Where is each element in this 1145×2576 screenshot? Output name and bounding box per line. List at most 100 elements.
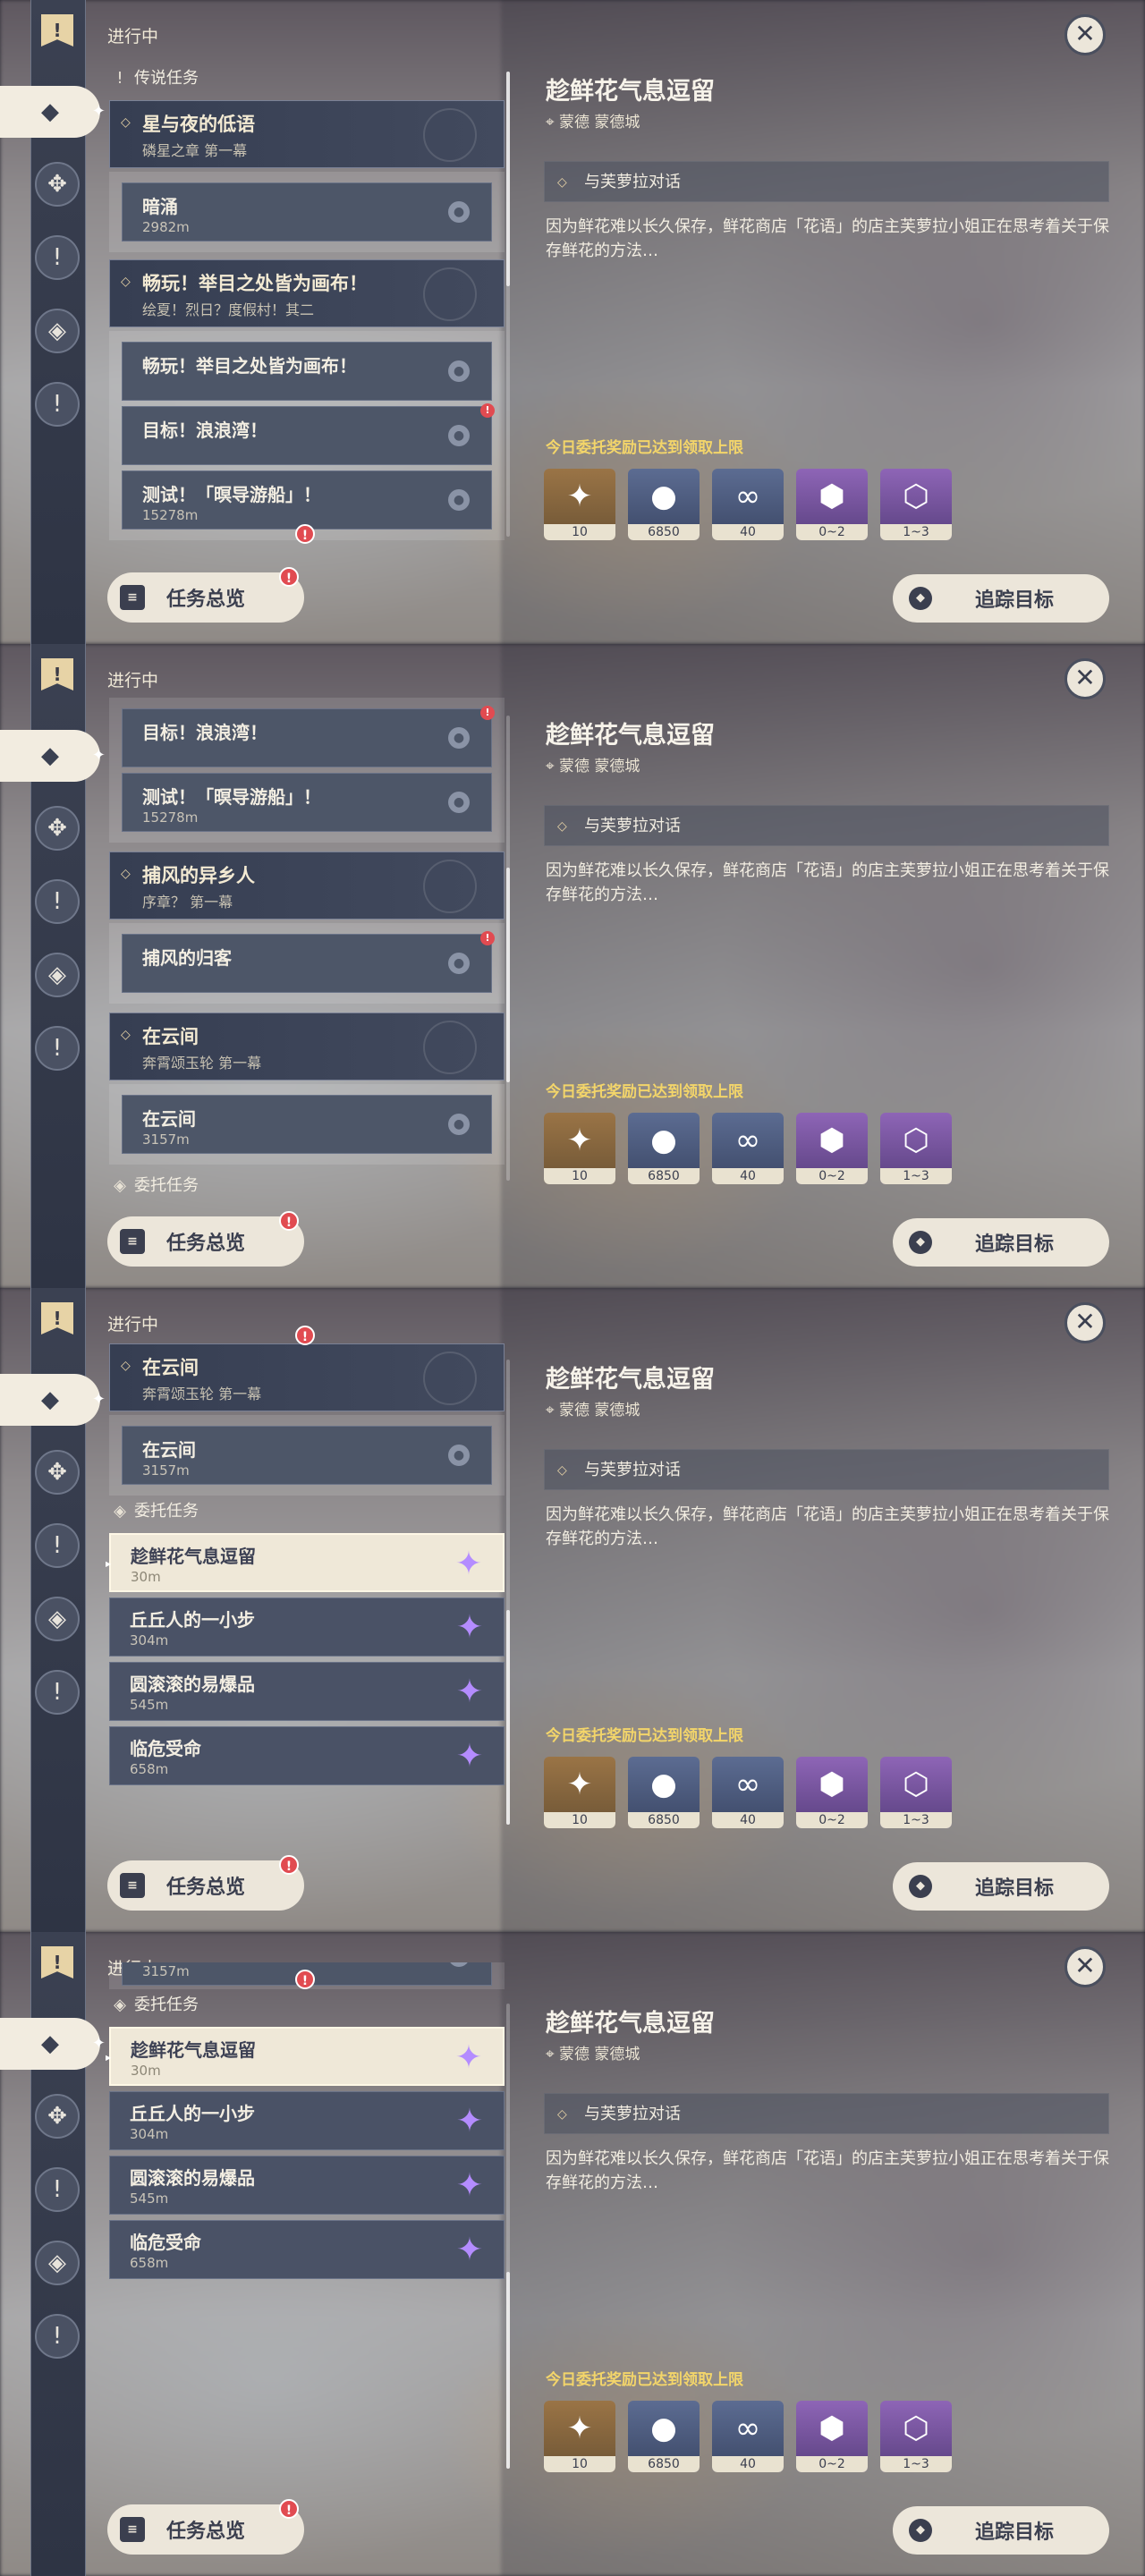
tab-all-quests[interactable]: ◆ ✦ (0, 1374, 106, 1426)
scrollbar[interactable] (506, 1360, 510, 1825)
map-pin-icon[interactable]: ● (448, 792, 470, 813)
map-pin-icon[interactable]: ● (448, 1114, 470, 1135)
commission-item[interactable]: 丘丘人的一小步 304m ✦ (109, 2091, 505, 2150)
reward-crystal[interactable]: ⬢ 0~2 (796, 2401, 868, 2472)
close-button[interactable]: ✕ (1064, 14, 1106, 55)
tab-commissions[interactable]: ◈ (32, 950, 82, 1000)
quest-item[interactable]: 暗涌 2982m ● (122, 182, 492, 242)
reward-primogem[interactable]: ✦ 10 (544, 1757, 615, 1828)
scrollbar-thumb[interactable] (506, 1610, 510, 1825)
track-objective-button[interactable]: ◆ 追踪目标 (893, 574, 1109, 623)
commission-name: 圆滚滚的易爆品 (130, 1674, 255, 1695)
tab-archon-quests[interactable]: ✥ (32, 159, 82, 209)
quest-overview-button[interactable]: ≡ 任务总览! (107, 2499, 304, 2555)
commission-item[interactable]: 圆滚滚的易爆品 545m ✦ (109, 2156, 505, 2215)
tab-all-quests[interactable]: ◆ ✦ (0, 2018, 106, 2070)
reward-exp[interactable]: ∞ 40 (712, 1113, 784, 1184)
quest-list[interactable]: 在云间3157m● ◈委托任务 ▶趁鲜花气息逗留30m✦ 丘丘人的一小步304m… (106, 1962, 508, 2463)
tab-commissions[interactable]: ◈ (32, 2238, 82, 2288)
commission-item[interactable]: 圆滚滚的易爆品 545m ✦ (109, 1662, 505, 1721)
quest-name: 畅玩！举目之处皆为画布！ (142, 355, 357, 377)
map-pin-icon[interactable]: ● (448, 360, 470, 382)
quest-overview-button[interactable]: ≡ 任务总览! (107, 567, 304, 623)
tab-story-quests[interactable]: ! (32, 233, 82, 283)
commission-item[interactable]: 临危受命 658m ✦ (109, 1726, 505, 1785)
chapter-header[interactable]: ◇ 星与夜的低语 磷星之章 第一幕 (109, 100, 505, 168)
tab-all-quests[interactable]: ◆ ✦ (0, 86, 106, 138)
map-pin-icon[interactable]: ● (448, 1962, 470, 1967)
reward-ore[interactable]: ⬡ 1~3 (880, 1757, 952, 1828)
reward-primogem[interactable]: ✦ 10 (544, 469, 615, 540)
close-button[interactable]: ✕ (1064, 658, 1106, 699)
tab-story-quests[interactable]: ! (32, 1521, 82, 1571)
tab-all-quests[interactable]: ◆ ✦ (0, 730, 106, 782)
map-pin-icon[interactable]: ● (448, 953, 470, 974)
tab-archon-quests[interactable]: ✥ (32, 1447, 82, 1497)
chapter-header[interactable]: ◇ 在云间 奔霄颂玉轮 第一幕 (109, 1343, 505, 1411)
tab-commissions[interactable]: ◈ (32, 1594, 82, 1644)
quest-list[interactable]: ◇ 在云间 奔霄颂玉轮 第一幕 在云间 3157m ● ◈ 委托任务 ▶ 趁鲜花气息逗留 30… (106, 1335, 508, 1835)
scrollbar[interactable] (506, 72, 510, 537)
scrollbar-thumb[interactable] (506, 2272, 510, 2469)
reward-primogem[interactable]: ✦ 10 (544, 1113, 615, 1184)
chapter-header[interactable]: ◇ 捕风的异乡人 序章？ 第一幕 (109, 852, 505, 919)
map-pin-icon[interactable]: ● (448, 1445, 470, 1466)
reward-crystal[interactable]: ⬢ 0~2 (796, 1113, 868, 1184)
scrollbar-thumb[interactable] (506, 72, 510, 286)
map-pin-icon[interactable]: ● (448, 489, 470, 511)
tab-story-quests[interactable]: ! (32, 2165, 82, 2215)
quest-item[interactable]: 在云间3157m ● (122, 1095, 492, 1154)
quest-item[interactable]: 测试！「暝导游船」！ 15278m ● (122, 470, 492, 530)
reward-ore[interactable]: ⬡ 1~3 (880, 2401, 952, 2472)
reward-mora[interactable]: ● 6850 (628, 1113, 700, 1184)
reward-mora[interactable]: ● 6850 (628, 1757, 700, 1828)
tab-archon-quests[interactable]: ✥ (32, 803, 82, 853)
scrollbar-thumb[interactable] (506, 868, 510, 1082)
track-icon: ◆ (909, 1231, 932, 1254)
tab-archon-quests[interactable]: ✥ (32, 2091, 82, 2141)
quest-item[interactable]: 目标！浪浪湾！ ●! (122, 706, 495, 767)
map-pin-icon[interactable]: ● (448, 201, 470, 223)
tab-commissions[interactable]: ◈ (32, 306, 82, 356)
close-button[interactable]: ✕ (1064, 1946, 1106, 1987)
track-objective-button[interactable]: ◆ 追踪目标 (893, 2506, 1109, 2555)
quest-item[interactable]: 目标！浪浪湾！ ●! (122, 403, 495, 465)
map-pin-icon[interactable]: ● (448, 727, 470, 749)
tab-world-quests[interactable]: ! (32, 1667, 82, 1717)
quest-list[interactable]: 目标！浪浪湾！ ●! 测试！「暝导游船」！ 15278m ● ◇ 捕风的异乡人 序章？ 第… (106, 698, 508, 1199)
reward-exp[interactable]: ∞ 40 (712, 2401, 784, 2472)
tab-world-quests[interactable]: ! (32, 379, 82, 429)
chapter-header[interactable]: ◇ 畅玩！举目之处皆为画布！ 绘夏！烈日？度假村！其二 (109, 259, 505, 327)
reward-mora[interactable]: ● 6850 (628, 2401, 700, 2472)
reward-ore[interactable]: ⬡ 1~3 (880, 1113, 952, 1184)
reward-exp[interactable]: ∞ 40 (712, 1757, 784, 1828)
reward-crystal[interactable]: ⬢ 0~2 (796, 469, 868, 540)
quest-item[interactable]: 捕风的归客 ●! (122, 931, 495, 993)
commission-item[interactable]: 丘丘人的一小步 304m ✦ (109, 1597, 505, 1657)
quest-overview-button[interactable]: ≡ 任务总览! (107, 1211, 304, 1267)
commission-item-selected[interactable]: ▶ 趁鲜花气息逗留 30m ✦ (106, 1533, 505, 1592)
quest-item[interactable]: 测试！「暝导游船」！ 15278m ● (122, 773, 492, 832)
commission-item[interactable]: 临危受命 658m ✦ (109, 2220, 505, 2279)
tab-story-quests[interactable]: ! (32, 877, 82, 927)
scrollbar[interactable] (506, 2004, 510, 2469)
reward-quantity: 10 (544, 1812, 615, 1828)
quest-item[interactable]: 畅玩！举目之处皆为画布！ ● (122, 342, 492, 401)
reward-ore[interactable]: ⬡ 1~3 (880, 469, 952, 540)
tab-world-quests[interactable]: ! (32, 2311, 82, 2361)
tab-world-quests[interactable]: ! (32, 1023, 82, 1073)
scrollbar[interactable] (506, 716, 510, 1181)
close-button[interactable]: ✕ (1064, 1302, 1106, 1343)
map-pin-icon[interactable]: ● (448, 425, 470, 446)
chapter-header[interactable]: ◇ 在云间 奔霄颂玉轮 第一幕 (109, 1013, 505, 1080)
reward-exp[interactable]: ∞ 40 (712, 469, 784, 540)
reward-crystal[interactable]: ⬢ 0~2 (796, 1757, 868, 1828)
track-objective-button[interactable]: ◆ 追踪目标 (893, 1218, 1109, 1267)
commission-item-selected[interactable]: ▶ 趁鲜花气息逗留 30m ✦ (106, 2027, 505, 2086)
reward-primogem[interactable]: ✦ 10 (544, 2401, 615, 2472)
quest-list[interactable]: ! 传说任务 ◇ 星与夜的低语 磷星之章 第一幕 暗涌 2982m ● ◇ 畅玩！举目之处皆… (106, 63, 508, 564)
quest-item[interactable]: 在云间3157m ● (122, 1426, 492, 1485)
track-objective-button[interactable]: ◆ 追踪目标 (893, 1862, 1109, 1911)
reward-mora[interactable]: ● 6850 (628, 469, 700, 540)
quest-overview-button[interactable]: ≡ 任务总览! (107, 1855, 304, 1911)
